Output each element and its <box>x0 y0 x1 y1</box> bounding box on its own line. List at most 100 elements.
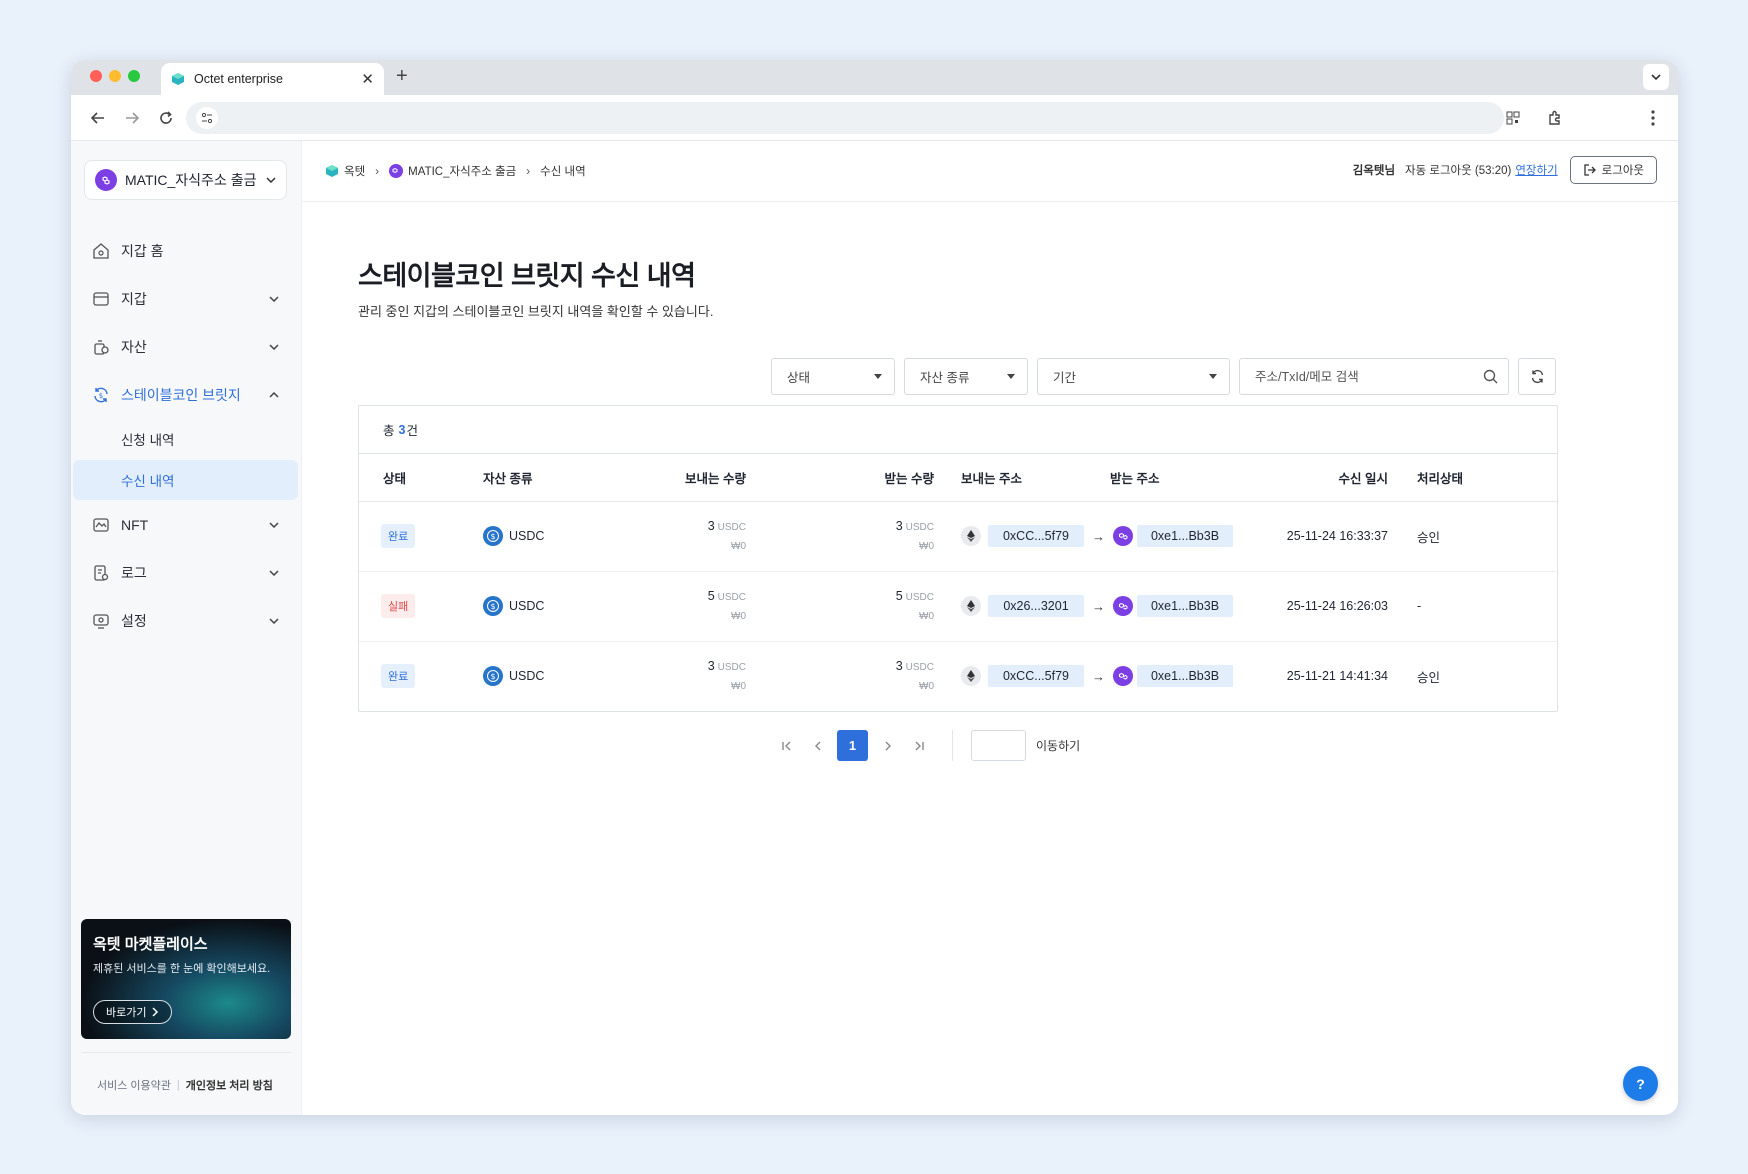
search-icon[interactable] <box>1483 369 1498 384</box>
arrow-left-icon <box>91 111 104 124</box>
ethereum-icon <box>961 526 981 546</box>
last-page-icon <box>915 741 924 750</box>
qr-code-icon <box>1506 111 1520 125</box>
chevron-down-icon <box>1651 74 1661 80</box>
logout-button[interactable]: 로그아웃 <box>1569 156 1657 184</box>
asset-name: USDC <box>509 599 545 613</box>
pagination: 1 이동하기 <box>771 730 1080 761</box>
help-button[interactable]: ? <box>1623 1066 1658 1101</box>
breadcrumb-wallet[interactable]: MATIC_자식주소 출금 <box>408 163 516 179</box>
wallet-selector[interactable]: MATIC_자식주소 출금 <box>84 160 287 200</box>
table-row[interactable]: 완료 $ USDC 3 USDC ₩0 3 USDC ₩0 0xCC...5f7… <box>359 501 1557 572</box>
next-page-button[interactable] <box>872 730 903 761</box>
promo-go-button[interactable]: 바로가기 <box>93 1000 173 1024</box>
app-body: MATIC_자식주소 출금 지갑 홈 지갑 자산 $ 스테이블코인 브릿지 신청… <box>71 141 1678 1115</box>
page-number-button[interactable]: 1 <box>837 730 868 761</box>
extensions-button[interactable] <box>1540 103 1570 133</box>
first-page-button[interactable] <box>771 730 802 761</box>
sidebar-item-assets[interactable]: 자산 <box>71 323 301 371</box>
marketplace-promo-banner[interactable]: 옥텟 마켓플레이스 제휴된 서비스를 한 눈에 확인해보세요. 바로가기 <box>81 919 291 1039</box>
qr-code-button[interactable] <box>1498 103 1528 133</box>
from-address-chip[interactable]: 0xCC...5f79 <box>988 665 1084 688</box>
chevron-down-icon <box>269 296 279 302</box>
status-filter[interactable]: 상태 <box>771 358 895 395</box>
recv-amount-won: ₩0 <box>919 681 934 693</box>
toolbar-actions <box>1498 103 1668 133</box>
extend-session-link[interactable]: 연장하기 <box>1515 162 1557 178</box>
period-filter[interactable]: 기간 <box>1037 358 1230 395</box>
tab-search-button[interactable] <box>1643 64 1669 90</box>
table-body: 완료 $ USDC 3 USDC ₩0 3 USDC ₩0 0xCC...5f7… <box>359 501 1557 711</box>
sidebar-item-nft[interactable]: NFT <box>71 501 301 549</box>
logout-label: 로그아웃 <box>1601 165 1644 177</box>
to-address-chip[interactable]: 0xe1...Bb3B <box>1137 665 1233 688</box>
tab-title: Octet enterprise <box>194 72 283 86</box>
top-bar: 옥텟 › MATIC_자식주소 출금 › 수신 내역 김옥텟님 자동 로그아웃 … <box>302 141 1678 202</box>
refresh-button[interactable] <box>1518 358 1556 395</box>
recv-amount-cell: 3 USDC ₩0 <box>746 501 934 572</box>
zoom-window-button[interactable] <box>128 70 140 82</box>
reload-button[interactable] <box>151 103 181 133</box>
browser-tab[interactable]: Octet enterprise ✕ <box>161 63 384 95</box>
site-settings-icon[interactable] <box>196 107 218 129</box>
sidebar-item-log[interactable]: 로그 <box>71 549 301 597</box>
terms-link[interactable]: 서비스 이용약관 <box>97 1077 171 1093</box>
prev-page-button[interactable] <box>802 730 833 761</box>
sidebar-item-label: 설정 <box>121 613 147 629</box>
first-page-icon <box>781 741 790 750</box>
polygon-icon <box>95 169 117 191</box>
chevron-down-icon <box>269 344 279 350</box>
total-count: 총 3 건 <box>359 406 1557 454</box>
browser-menu-button[interactable] <box>1638 103 1668 133</box>
wallet-icon <box>91 289 111 309</box>
back-button[interactable] <box>83 103 113 133</box>
breadcrumb-home[interactable]: 옥텟 <box>344 163 365 179</box>
recv-amount-value: 3 <box>895 519 903 534</box>
recv-amount-won: ₩0 <box>919 610 934 622</box>
minimize-window-button[interactable] <box>109 70 121 82</box>
asset-type-filter[interactable]: 자산 종류 <box>904 358 1028 395</box>
send-amount-won: ₩0 <box>731 610 746 622</box>
send-amount-cell: 3 USDC ₩0 <box>621 641 746 711</box>
to-address-chip[interactable]: 0xe1...Bb3B <box>1137 595 1233 617</box>
page-jump-input[interactable] <box>971 730 1026 761</box>
address-bar[interactable] <box>186 102 1504 134</box>
asset-name: USDC <box>509 529 545 543</box>
to-address-chip[interactable]: 0xe1...Bb3B <box>1137 525 1233 547</box>
sidebar-subitem-requests[interactable]: 신청 내역 <box>73 419 298 459</box>
address-flow: 0xCC...5f79 → 0xe1...Bb3B <box>961 665 1233 688</box>
sidebar-item-wallet[interactable]: 지갑 <box>71 275 301 323</box>
recv-amount-unit: USDC <box>905 522 934 534</box>
from-address-chip[interactable]: 0x26...3201 <box>988 595 1084 617</box>
window-controls <box>90 70 140 82</box>
tab-close-icon[interactable]: ✕ <box>361 70 374 88</box>
last-page-button[interactable] <box>903 730 934 761</box>
sidebar-item-wallet-home[interactable]: 지갑 홈 <box>71 227 301 275</box>
table-row[interactable]: 실패 $ USDC 5 USDC ₩0 5 USDC ₩0 0x26...320… <box>359 571 1557 642</box>
recv-amount-unit: USDC <box>905 662 934 674</box>
from-address-chip[interactable]: 0xCC...5f79 <box>988 525 1084 547</box>
sidebar-subitem-received[interactable]: 수신 내역 <box>73 460 298 500</box>
column-header: 처리상태 <box>1388 454 1557 502</box>
sidebar-item-stablecoin-bridge[interactable]: $ 스테이블코인 브릿지 <box>71 371 301 419</box>
sidebar-item-settings[interactable]: 설정 <box>71 597 301 645</box>
send-amount: 5 USDC ₩0 <box>621 589 746 622</box>
table-row[interactable]: 완료 $ USDC 3 USDC ₩0 3 USDC ₩0 0xCC...5f7… <box>359 641 1557 711</box>
page-title: 스테이블코인 브릿지 수신 내역 <box>358 261 696 291</box>
page-jump-button[interactable]: 이동하기 <box>1036 737 1080 754</box>
pagination-divider <box>952 730 953 761</box>
search-input[interactable] <box>1255 369 1483 384</box>
chevron-right-icon <box>152 1007 159 1017</box>
ethereum-icon <box>961 666 981 687</box>
address-cell: 0xCC...5f79 → 0xe1...Bb3B <box>934 641 1233 711</box>
close-window-button[interactable] <box>90 70 102 82</box>
forward-button[interactable] <box>117 103 147 133</box>
status-cell: 완료 <box>359 641 471 711</box>
new-tab-button[interactable]: + <box>396 65 408 88</box>
asset-cell: $ USDC <box>471 571 621 642</box>
privacy-link[interactable]: 개인정보 처리 방침 <box>186 1077 273 1093</box>
caret-down-icon <box>1209 374 1217 379</box>
asset-cell: $ USDC <box>471 641 621 711</box>
breadcrumb-current: 수신 내역 <box>540 166 586 178</box>
status-cell: 실패 <box>359 571 471 642</box>
